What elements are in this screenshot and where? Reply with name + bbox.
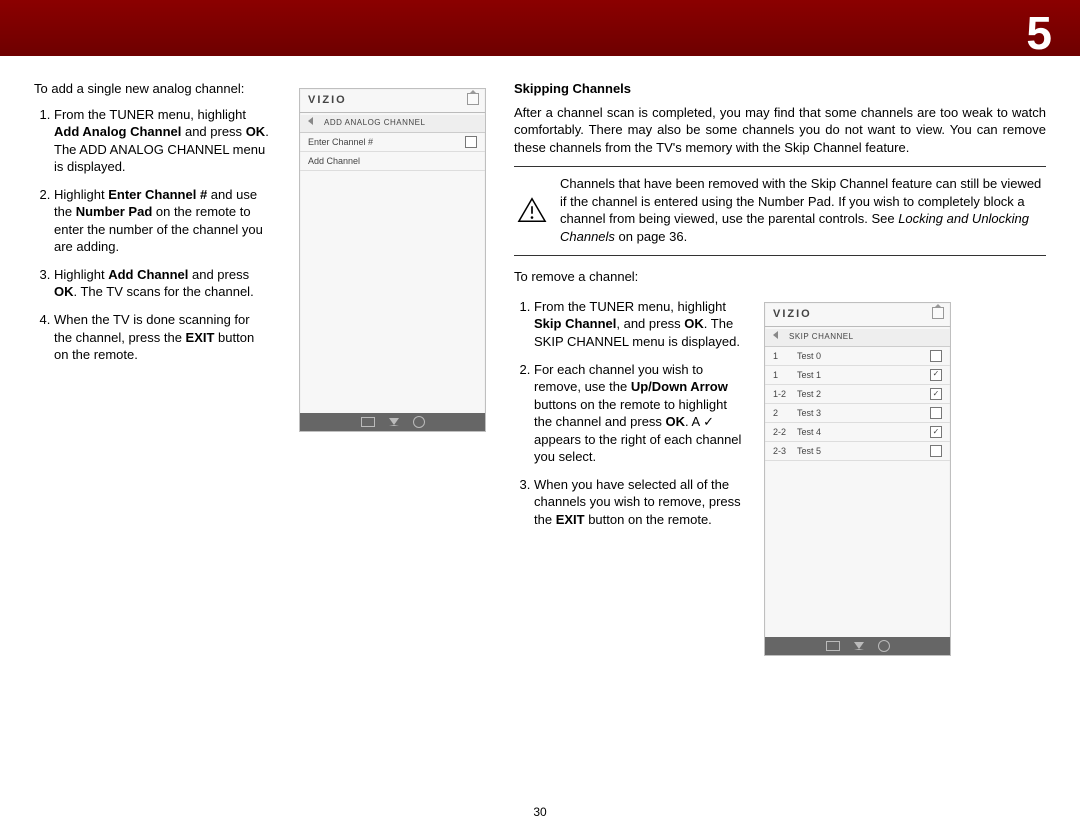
tv-channel-row: 2-2 Test 4 ✓ (765, 423, 950, 442)
tv-logo: VIZIO (300, 89, 485, 110)
left-intro: To add a single new analog channel: (34, 80, 269, 98)
back-icon (308, 117, 313, 125)
tv-skip-channel: VIZIO SKIP CHANNEL 1 Test 0 1 Test 1 ✓ 1-2 Tes… (764, 302, 951, 656)
tv-screenshot-add-channel: VIZIO ADD ANALOG CHANNEL Enter Channel #… (299, 80, 484, 656)
chapter-number: 5 (1026, 2, 1052, 64)
right-steps: From the TUNER menu, highlight Skip Chan… (514, 298, 744, 529)
tv-channel-row: 2-3 Test 5 (765, 442, 950, 461)
checkbox-icon: ✓ (930, 426, 942, 438)
channel-number: 2-3 (773, 445, 791, 457)
tv-menu-title: SKIP CHANNEL (765, 329, 950, 347)
tv-row-enter-channel: Enter Channel # (300, 133, 485, 152)
back-icon (773, 331, 778, 339)
gear-icon (878, 640, 890, 652)
channel-number: 1 (773, 369, 791, 381)
tv-logo: VIZIO (765, 303, 950, 324)
checkbox-icon (930, 445, 942, 457)
right-steps-col: From the TUNER menu, highlight Skip Chan… (514, 294, 744, 656)
v-icon (854, 642, 864, 650)
channel-name: Test 3 (797, 407, 924, 419)
tv-channel-row: 1 Test 1 ✓ (765, 366, 950, 385)
section-heading: Skipping Channels (514, 80, 1046, 98)
caution-note: Channels that have been removed with the… (514, 166, 1046, 256)
input-box-icon (465, 136, 477, 148)
tv-add-analog-channel: VIZIO ADD ANALOG CHANNEL Enter Channel #… (299, 88, 486, 432)
home-icon (467, 93, 479, 105)
tv-row-add-channel: Add Channel (300, 152, 485, 171)
channel-name: Test 0 (797, 350, 924, 362)
channel-number: 1-2 (773, 388, 791, 400)
left-step-4: When the TV is done scanning for the cha… (54, 311, 269, 364)
channel-number: 2-2 (773, 426, 791, 438)
chapter-band: 5 (0, 0, 1080, 56)
left-column: To add a single new analog channel: From… (34, 80, 269, 656)
left-step-2: Highlight Enter Channel # and use the Nu… (54, 186, 269, 256)
checkbox-icon: ✓ (930, 369, 942, 381)
checkbox-icon (930, 350, 942, 362)
tv-footer-bar (765, 637, 950, 655)
tv-channel-row: 1 Test 0 (765, 347, 950, 366)
right-column: Skipping Channels After a channel scan i… (514, 80, 1046, 656)
tv-channel-row: 1-2 Test 2 ✓ (765, 385, 950, 404)
tv-menu-title: ADD ANALOG CHANNEL (300, 115, 485, 133)
v-icon (389, 418, 399, 426)
left-steps: From the TUNER menu, highlight Add Analo… (34, 106, 269, 364)
checkbox-icon: ✓ (930, 388, 942, 400)
channel-name: Test 4 (797, 426, 924, 438)
tv-footer-bar (300, 413, 485, 431)
checkbox-icon (930, 407, 942, 419)
channel-name: Test 1 (797, 369, 924, 381)
right-step-1: From the TUNER menu, highlight Skip Chan… (534, 298, 744, 351)
left-step-1: From the TUNER menu, highlight Add Analo… (54, 106, 269, 176)
channel-name: Test 2 (797, 388, 924, 400)
tv-screenshot-skip-channel: VIZIO SKIP CHANNEL 1 Test 0 1 Test 1 ✓ 1-2 Tes… (764, 294, 949, 656)
left-step-3: Highlight Add Channel and press OK. The … (54, 266, 269, 301)
tv-channel-row: 2 Test 3 (765, 404, 950, 423)
channel-number: 2 (773, 407, 791, 419)
right-intro: To remove a channel: (514, 268, 1046, 286)
page-number: 30 (34, 804, 1046, 820)
home-icon (932, 307, 944, 319)
right-step-2: For each channel you wish to remove, use… (534, 361, 744, 466)
channel-name: Test 5 (797, 445, 924, 457)
right-paragraph: After a channel scan is completed, you m… (514, 104, 1046, 157)
channel-number: 1 (773, 350, 791, 362)
wide-icon (826, 641, 840, 651)
caution-icon (514, 175, 550, 245)
gear-icon (413, 416, 425, 428)
right-step-3: When you have selected all of the channe… (534, 476, 744, 529)
wide-icon (361, 417, 375, 427)
tv-channel-list: 1 Test 0 1 Test 1 ✓ 1-2 Test 2 ✓ 2 Test 3 2-2 Test … (765, 347, 950, 637)
